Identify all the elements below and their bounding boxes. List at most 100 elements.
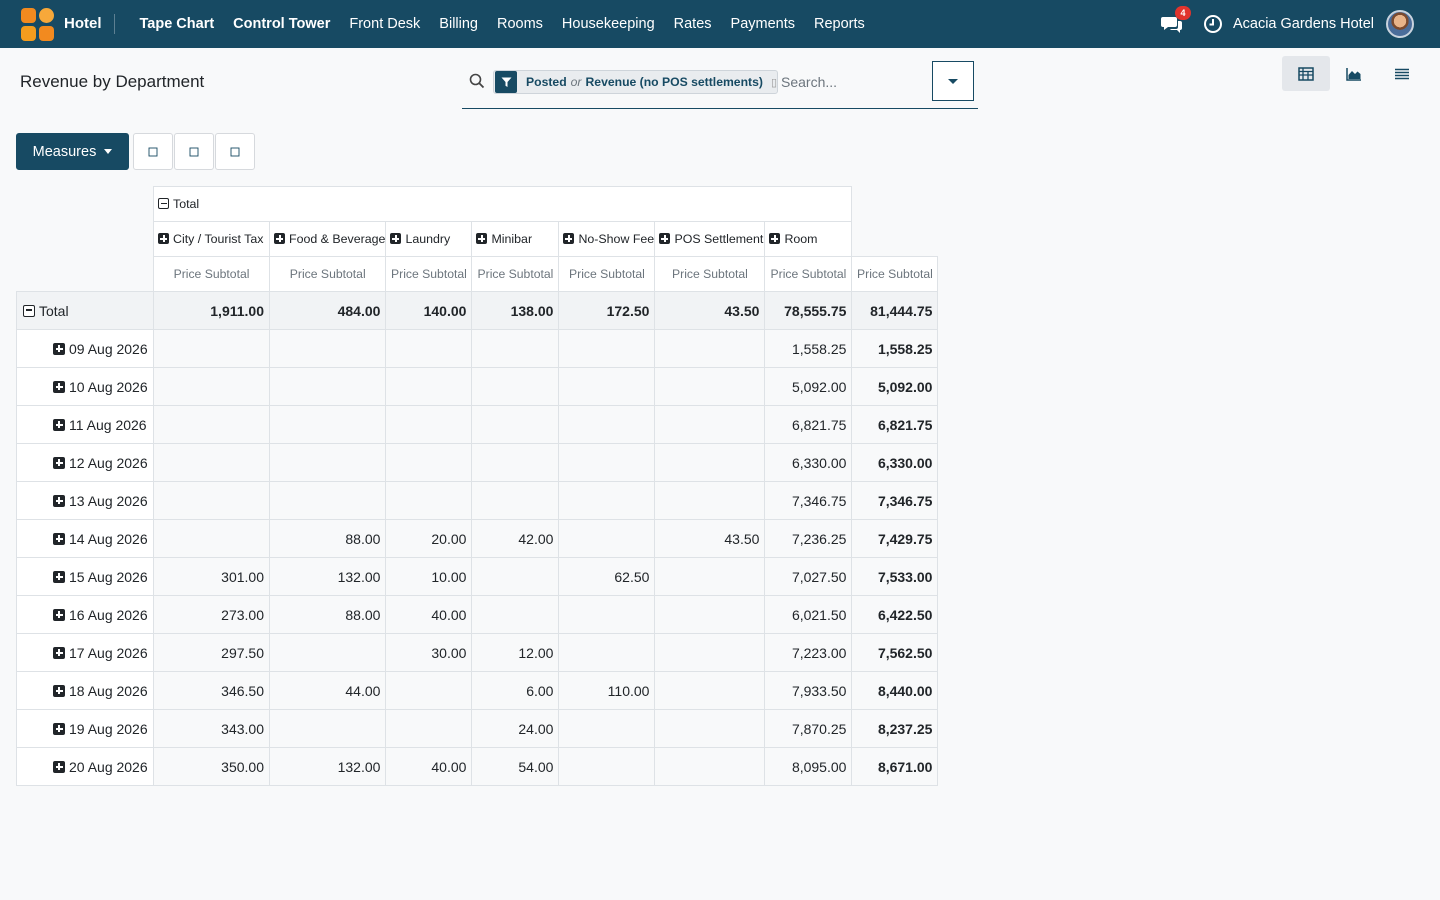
table-cell[interactable] bbox=[268, 633, 387, 672]
table-cell[interactable] bbox=[654, 595, 766, 634]
table-cell[interactable]: 8,095.00 bbox=[764, 747, 853, 786]
facet-remove-icon[interactable]: ▯ bbox=[771, 76, 777, 89]
table-cell[interactable] bbox=[558, 709, 656, 748]
col-header-food-beverage[interactable]: Food & Beverage bbox=[268, 221, 387, 257]
table-cell[interactable]: 132.00 bbox=[268, 557, 387, 596]
table-cell[interactable] bbox=[471, 557, 560, 596]
table-cell[interactable] bbox=[153, 329, 270, 368]
measure-header[interactable]: Price Subtotal bbox=[385, 256, 473, 292]
total-cell[interactable]: 78,555.75 bbox=[764, 291, 853, 330]
menu-housekeeping[interactable]: Housekeeping bbox=[552, 16, 664, 32]
app-brand[interactable]: Hotel bbox=[64, 15, 102, 32]
total-cell[interactable]: 172.50 bbox=[558, 291, 656, 330]
table-cell[interactable] bbox=[558, 443, 656, 482]
table-cell[interactable] bbox=[558, 519, 656, 558]
grand-total-cell[interactable]: 81,444.75 bbox=[851, 291, 939, 330]
table-cell[interactable] bbox=[385, 329, 473, 368]
table-cell[interactable] bbox=[471, 329, 560, 368]
row-header-date[interactable]: 12 Aug 2026 bbox=[16, 443, 154, 482]
measure-header[interactable]: Price Subtotal bbox=[851, 256, 939, 292]
table-cell[interactable] bbox=[153, 443, 270, 482]
col-header-minibar[interactable]: Minibar bbox=[471, 221, 560, 257]
search-input[interactable] bbox=[781, 70, 931, 94]
row-header-date[interactable]: 10 Aug 2026 bbox=[16, 367, 154, 406]
user-avatar[interactable] bbox=[1386, 10, 1414, 38]
table-cell[interactable]: 7,933.50 bbox=[764, 671, 853, 710]
table-cell[interactable]: 10.00 bbox=[385, 557, 473, 596]
table-cell[interactable]: 297.50 bbox=[153, 633, 270, 672]
table-cell[interactable] bbox=[385, 481, 473, 520]
flip-axis-button[interactable] bbox=[133, 133, 173, 170]
table-cell[interactable] bbox=[268, 405, 387, 444]
table-cell[interactable]: 7,027.50 bbox=[764, 557, 853, 596]
measure-header[interactable]: Price Subtotal bbox=[558, 256, 656, 292]
table-cell[interactable] bbox=[153, 367, 270, 406]
table-cell[interactable]: 6,330.00 bbox=[764, 443, 853, 482]
table-cell[interactable]: 7,346.75 bbox=[764, 481, 853, 520]
row-header-date[interactable]: 15 Aug 2026 bbox=[16, 557, 154, 596]
table-cell[interactable]: 7,236.25 bbox=[764, 519, 853, 558]
row-header-date[interactable]: 14 Aug 2026 bbox=[16, 519, 154, 558]
table-cell[interactable]: 88.00 bbox=[268, 519, 387, 558]
menu-reports[interactable]: Reports bbox=[805, 16, 875, 32]
table-cell[interactable]: 346.50 bbox=[153, 671, 270, 710]
menu-payments[interactable]: Payments bbox=[721, 16, 804, 32]
col-header-room[interactable]: Room bbox=[764, 221, 853, 257]
table-cell[interactable] bbox=[268, 367, 387, 406]
row-total-cell[interactable]: 6,821.75 bbox=[851, 405, 939, 444]
table-cell[interactable] bbox=[385, 405, 473, 444]
table-cell[interactable]: 6,821.75 bbox=[764, 405, 853, 444]
row-total-cell[interactable]: 7,346.75 bbox=[851, 481, 939, 520]
apps-menu-icon[interactable] bbox=[21, 8, 55, 42]
table-cell[interactable] bbox=[558, 405, 656, 444]
table-cell[interactable] bbox=[153, 481, 270, 520]
table-cell[interactable] bbox=[558, 329, 656, 368]
table-cell[interactable] bbox=[385, 709, 473, 748]
row-total-cell[interactable]: 8,671.00 bbox=[851, 747, 939, 786]
measures-button[interactable]: Measures bbox=[16, 133, 129, 170]
row-header-total[interactable]: Total bbox=[16, 291, 154, 330]
table-cell[interactable] bbox=[654, 671, 766, 710]
table-cell[interactable]: 40.00 bbox=[385, 595, 473, 634]
table-cell[interactable]: 132.00 bbox=[268, 747, 387, 786]
row-total-cell[interactable]: 7,562.50 bbox=[851, 633, 939, 672]
col-header-laundry[interactable]: Laundry bbox=[385, 221, 473, 257]
table-cell[interactable] bbox=[385, 671, 473, 710]
measure-header[interactable]: Price Subtotal bbox=[764, 256, 853, 292]
row-header-date[interactable]: 09 Aug 2026 bbox=[16, 329, 154, 368]
menu-billing[interactable]: Billing bbox=[430, 16, 488, 32]
table-cell[interactable]: 6,021.50 bbox=[764, 595, 853, 634]
table-cell[interactable]: 6.00 bbox=[471, 671, 560, 710]
menu-rooms[interactable]: Rooms bbox=[487, 16, 552, 32]
activity-clock-icon[interactable] bbox=[1203, 14, 1223, 34]
table-cell[interactable]: 54.00 bbox=[471, 747, 560, 786]
table-cell[interactable]: 44.00 bbox=[268, 671, 387, 710]
table-cell[interactable] bbox=[558, 633, 656, 672]
row-header-date[interactable]: 13 Aug 2026 bbox=[16, 481, 154, 520]
table-cell[interactable]: 42.00 bbox=[471, 519, 560, 558]
col-header-total[interactable]: Total bbox=[152, 186, 853, 222]
row-header-date[interactable]: 18 Aug 2026 bbox=[16, 671, 154, 710]
table-cell[interactable]: 12.00 bbox=[471, 633, 560, 672]
row-total-cell[interactable]: 7,533.00 bbox=[851, 557, 939, 596]
row-total-cell[interactable]: 1,558.25 bbox=[851, 329, 939, 368]
table-cell[interactable] bbox=[471, 595, 560, 634]
row-total-cell[interactable]: 6,330.00 bbox=[851, 443, 939, 482]
table-cell[interactable]: 88.00 bbox=[268, 595, 387, 634]
row-header-date[interactable]: 11 Aug 2026 bbox=[16, 405, 154, 444]
row-total-cell[interactable]: 5,092.00 bbox=[851, 367, 939, 406]
total-cell[interactable]: 138.00 bbox=[471, 291, 560, 330]
table-cell[interactable] bbox=[471, 367, 560, 406]
measure-header[interactable]: Price Subtotal bbox=[471, 256, 560, 292]
table-cell[interactable] bbox=[268, 443, 387, 482]
table-cell[interactable] bbox=[654, 747, 766, 786]
measure-header[interactable]: Price Subtotal bbox=[268, 256, 387, 292]
table-cell[interactable] bbox=[654, 481, 766, 520]
table-cell[interactable] bbox=[558, 481, 656, 520]
table-cell[interactable] bbox=[153, 405, 270, 444]
menu-rates[interactable]: Rates bbox=[664, 16, 721, 32]
col-header-city-tax[interactable]: City / Tourist Tax bbox=[153, 221, 270, 257]
table-cell[interactable]: 62.50 bbox=[558, 557, 656, 596]
row-total-cell[interactable]: 6,422.50 bbox=[851, 595, 939, 634]
table-cell[interactable] bbox=[471, 481, 560, 520]
